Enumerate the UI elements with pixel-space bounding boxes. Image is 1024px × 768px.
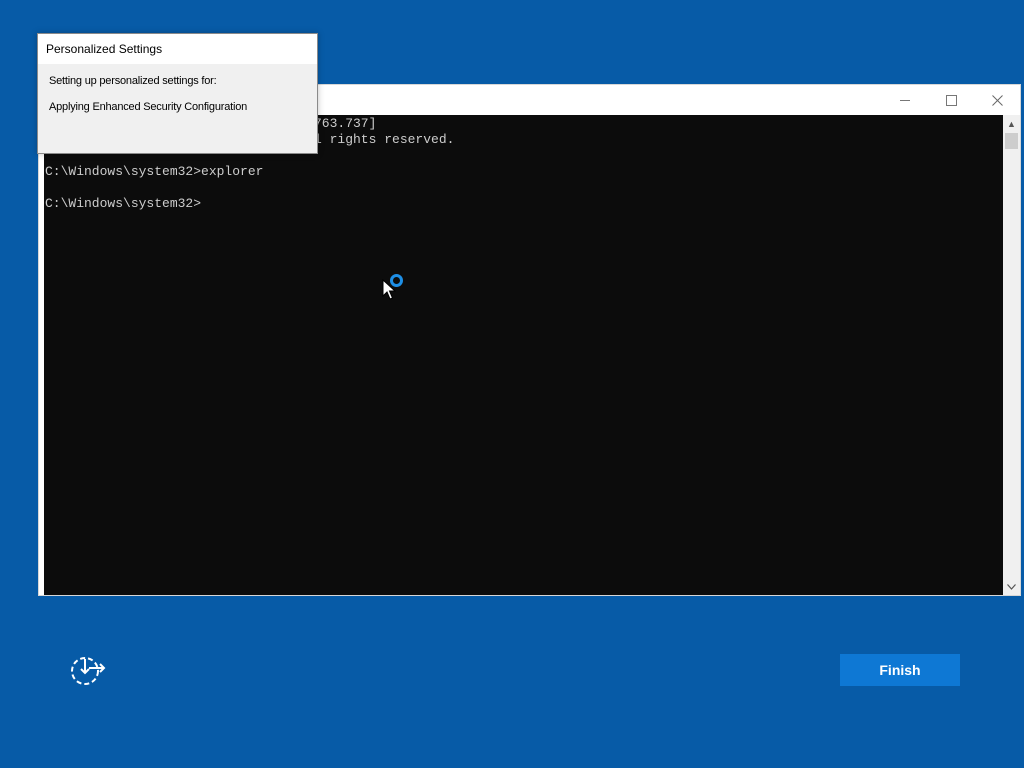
personalized-settings-dialog: Personalized Settings Setting up persona… xyxy=(37,33,318,154)
vertical-scrollbar[interactable]: ▲ xyxy=(1003,115,1020,595)
close-button[interactable] xyxy=(974,85,1020,115)
scroll-down-arrow-icon[interactable] xyxy=(1003,578,1020,595)
console-line-prompt: C:\Windows\system32> xyxy=(45,196,202,211)
console-line-copyright: l rights reserved. xyxy=(314,132,455,147)
scroll-up-arrow-icon[interactable]: ▲ xyxy=(1003,115,1020,132)
dialog-titlebar: Personalized Settings xyxy=(38,34,317,64)
console-output[interactable]: 763.737] l rights reserved. C:\Windows\s… xyxy=(44,115,1004,595)
maximize-button[interactable] xyxy=(928,85,974,115)
dialog-status-label: Setting up personalized settings for: xyxy=(49,75,217,87)
console-line-command: C:\Windows\system32>explorer xyxy=(45,164,264,179)
maximize-icon xyxy=(945,94,957,106)
command-prompt-window[interactable]: e 763.737] l rights reserved. C:\Windows… xyxy=(38,84,1021,596)
finish-button[interactable]: Finish xyxy=(840,654,960,686)
dialog-status-detail: Applying Enhanced Security Configuration xyxy=(49,101,248,113)
minimize-icon xyxy=(900,99,910,101)
oobe-background: e 763.737] l rights reserved. C:\Windows… xyxy=(0,0,1024,768)
minimize-button[interactable] xyxy=(882,85,928,115)
busy-cursor-icon xyxy=(382,274,403,300)
console-line-version: 763.737] xyxy=(314,116,377,131)
dialog-title: Personalized Settings xyxy=(46,42,163,56)
scrollbar-thumb[interactable] xyxy=(1005,133,1018,149)
ease-of-access-icon[interactable] xyxy=(70,655,106,687)
close-icon xyxy=(991,94,1003,106)
